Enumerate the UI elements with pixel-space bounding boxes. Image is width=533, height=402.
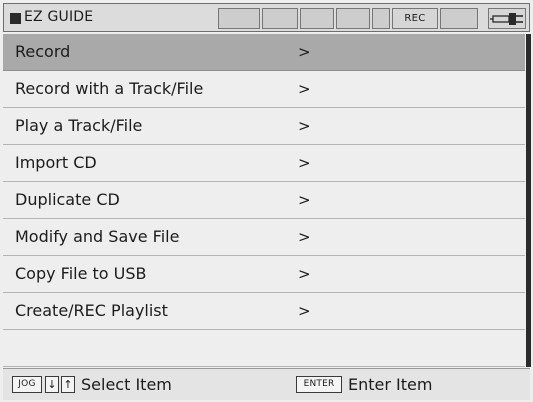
menu-item-modify-save-file[interactable]: Modify and Save File > (3, 219, 525, 256)
menu-scrollbar[interactable] (526, 34, 531, 367)
menu-item-label: Modify and Save File (15, 227, 180, 246)
menu-item-record-with-track[interactable]: Record with a Track/File > (3, 71, 525, 108)
menu-item-label: Copy File to USB (15, 264, 147, 283)
status-indicator-slot (440, 8, 478, 29)
chevron-right-icon: > (298, 191, 311, 209)
rec-status-label: REC (404, 13, 426, 24)
status-indicator-slot (372, 8, 390, 29)
title-bar: EZ GUIDE REC (3, 3, 530, 32)
chevron-right-icon: > (298, 43, 311, 61)
guide-menu-list: Record > Record with a Track/File > Play… (3, 34, 525, 367)
enter-item-hint: Enter Item (348, 375, 433, 394)
chevron-right-icon: > (298, 117, 311, 135)
chevron-right-icon: > (298, 228, 311, 246)
arrow-down-key-icon: ↓ (45, 376, 59, 393)
menu-item-label: Duplicate CD (15, 190, 120, 209)
help-bar: JOG ↓ ↑ Select Item ENTER Enter Item (3, 368, 530, 400)
chevron-right-icon: > (298, 80, 311, 98)
menu-item-create-rec-playlist[interactable]: Create/REC Playlist > (3, 293, 525, 330)
jog-key-icon: JOG (12, 376, 42, 393)
status-indicator-slot (336, 8, 370, 29)
rec-status-indicator: REC (392, 8, 438, 29)
menu-item-label: Record (15, 42, 71, 61)
menu-empty-row (3, 330, 525, 367)
menu-item-label: Record with a Track/File (15, 79, 204, 98)
arrow-up-key-icon: ↑ (61, 376, 75, 393)
menu-item-label: Import CD (15, 153, 97, 172)
select-item-hint: Select Item (81, 375, 172, 394)
enter-key-icon: ENTER (296, 376, 342, 393)
menu-item-duplicate-cd[interactable]: Duplicate CD > (3, 182, 525, 219)
menu-item-import-cd[interactable]: Import CD > (3, 145, 525, 182)
chevron-right-icon: > (298, 265, 311, 283)
power-plug-icon (488, 8, 526, 29)
title-square-icon (10, 13, 21, 24)
menu-item-label: Create/REC Playlist (15, 301, 168, 320)
chevron-right-icon: > (298, 154, 311, 172)
status-indicator-slot (300, 8, 334, 29)
status-indicator-slot (218, 8, 260, 29)
screen-title: EZ GUIDE (24, 9, 94, 25)
ez-guide-screen: EZ GUIDE REC Record > Record with a Trac (0, 0, 533, 402)
menu-item-copy-file-usb[interactable]: Copy File to USB > (3, 256, 525, 293)
menu-item-play-track[interactable]: Play a Track/File > (3, 108, 525, 145)
chevron-right-icon: > (298, 302, 311, 320)
menu-item-label: Play a Track/File (15, 116, 143, 135)
scrollbar-thumb[interactable] (526, 34, 531, 367)
menu-item-record[interactable]: Record > (3, 34, 525, 71)
status-indicator-slot (262, 8, 298, 29)
